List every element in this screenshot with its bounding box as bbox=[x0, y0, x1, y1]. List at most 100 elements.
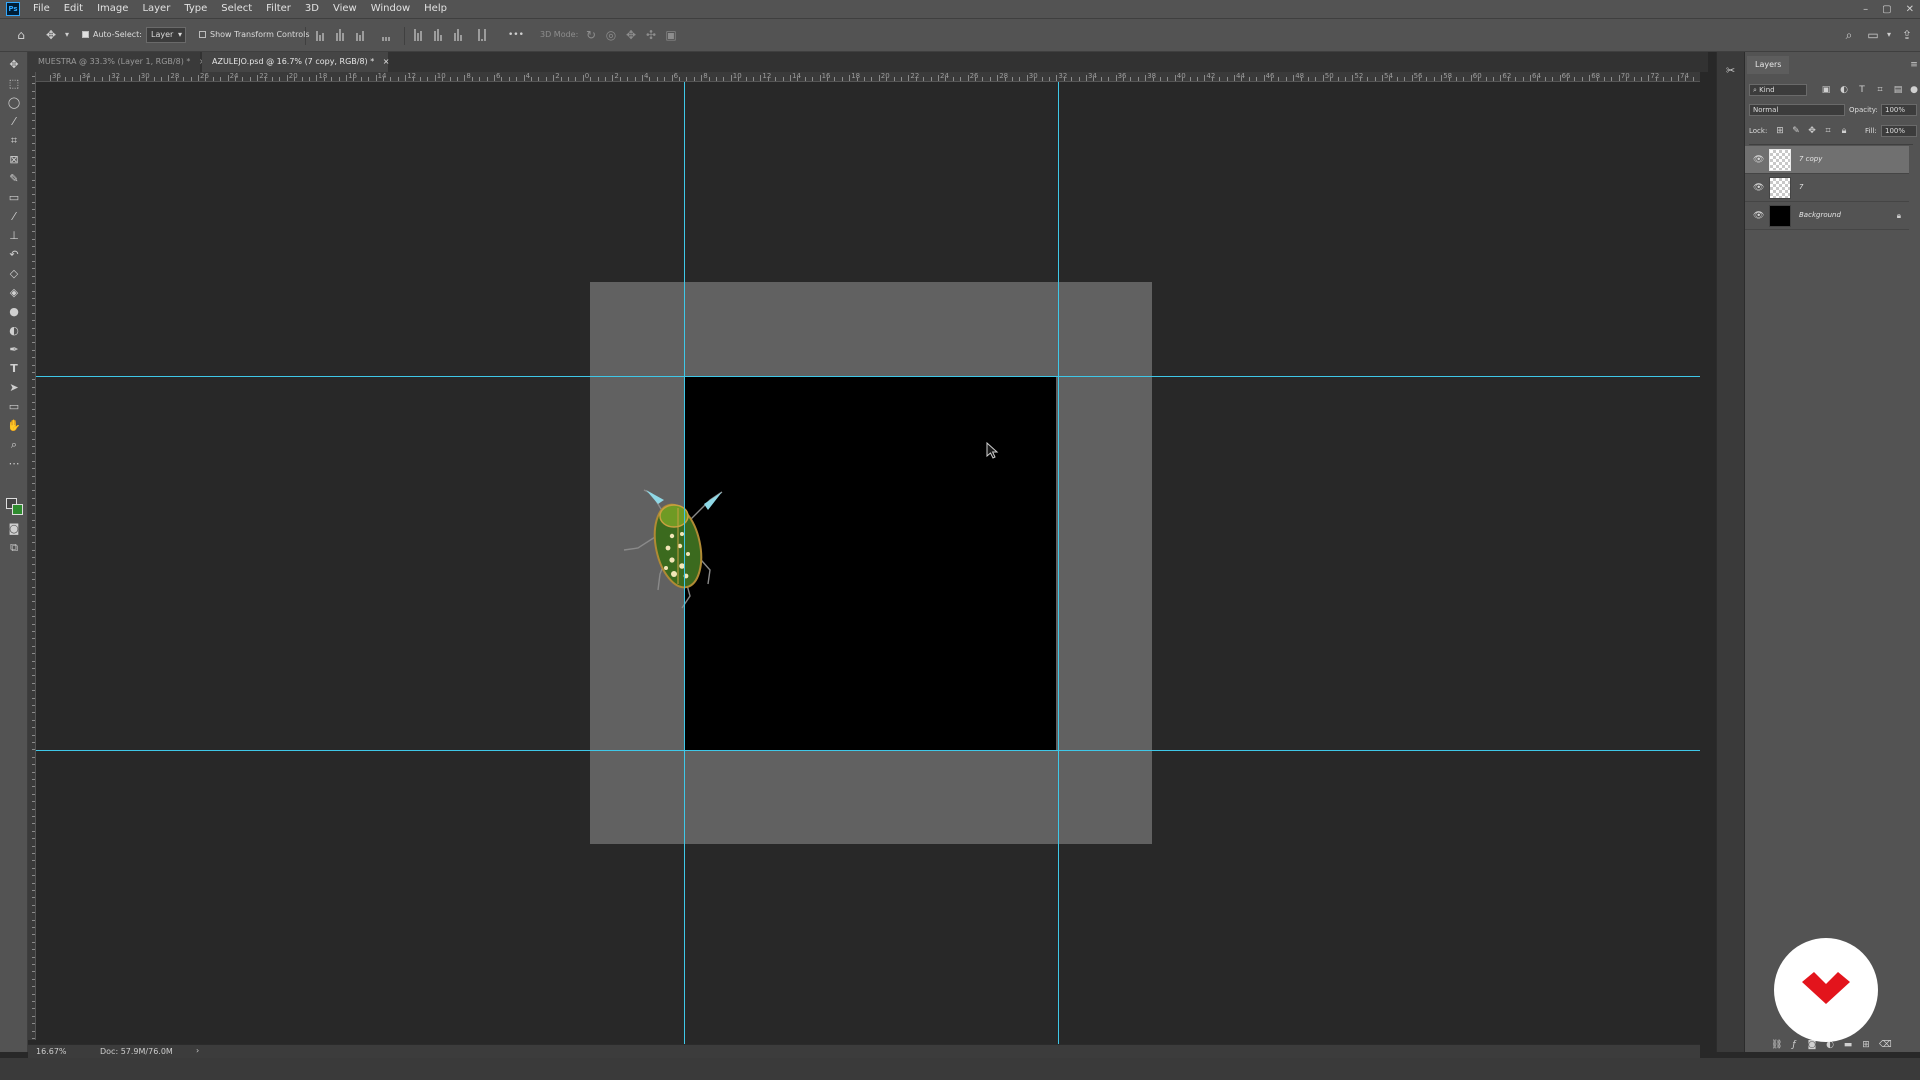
dodge-tool-icon[interactable]: ◐ bbox=[7, 324, 21, 338]
fill-input[interactable]: 100% bbox=[1881, 125, 1917, 137]
more-options-icon[interactable]: ••• bbox=[508, 28, 524, 42]
rectangle-tool-icon[interactable]: ▭ bbox=[7, 400, 21, 414]
workspace-icon[interactable]: ▭ bbox=[1866, 28, 1880, 42]
visibility-eye-icon[interactable]: 👁︎ bbox=[1753, 183, 1764, 193]
menu-edit[interactable]: Edit bbox=[57, 0, 90, 18]
distribute-vertical-icon[interactable] bbox=[478, 29, 490, 41]
more-tools-icon[interactable]: ⋯ bbox=[7, 457, 21, 471]
3d-roll-icon[interactable]: ◎ bbox=[604, 28, 618, 42]
path-selection-icon[interactable]: ➤ bbox=[7, 381, 21, 395]
3d-slide-icon[interactable]: ✣ bbox=[644, 28, 658, 42]
blur-tool-icon[interactable]: ● bbox=[7, 305, 21, 319]
lock-all-icon[interactable]: 🔒︎ bbox=[1839, 126, 1849, 136]
trash-icon[interactable]: ⌫ bbox=[1879, 1040, 1892, 1050]
eyedropper-icon[interactable]: ✎ bbox=[7, 172, 21, 186]
filter-type-icon[interactable]: T bbox=[1857, 85, 1867, 95]
lock-position-icon[interactable]: ✥ bbox=[1807, 126, 1817, 136]
minimize-button[interactable]: – bbox=[1863, 4, 1868, 15]
search-icon[interactable]: ⌕ bbox=[1842, 28, 1856, 42]
restore-button[interactable]: ▢ bbox=[1882, 4, 1891, 15]
filter-toggle-icon[interactable]: ● bbox=[1909, 85, 1919, 95]
3d-pan-icon[interactable]: ✥ bbox=[624, 28, 638, 42]
guide-horizontal-top[interactable] bbox=[36, 376, 1700, 377]
lock-image-icon[interactable]: ✎ bbox=[1791, 126, 1801, 136]
show-transform-checkbox[interactable] bbox=[199, 31, 206, 38]
chevron-down-icon[interactable]: ▾ bbox=[1882, 28, 1896, 42]
hand-tool-icon[interactable]: ✋ bbox=[7, 419, 21, 433]
type-tool-icon[interactable]: T bbox=[7, 362, 21, 376]
clone-stamp-icon[interactable]: ⊥ bbox=[7, 229, 21, 243]
menu-window[interactable]: Window bbox=[364, 0, 417, 18]
marquee-tool-icon[interactable]: ⬚ bbox=[7, 77, 21, 91]
visibility-eye-icon[interactable]: 👁︎ bbox=[1753, 155, 1764, 165]
healing-brush-icon[interactable]: ▭ bbox=[7, 191, 21, 205]
lock-transparent-icon[interactable]: ⊞ bbox=[1775, 126, 1785, 136]
horizontal-ruler[interactable]: 36 34 32 30 28 26 24 22 20 18 16 14 12 10 8 6 4 2 0 2 4 6 8 10 1… bbox=[36, 72, 1700, 82]
filter-adjustment-icon[interactable]: ◐ bbox=[1839, 85, 1849, 95]
layer-row-7[interactable]: 👁︎ 7 bbox=[1745, 174, 1909, 202]
menu-layer[interactable]: Layer bbox=[135, 0, 177, 18]
lasso-tool-icon[interactable]: ◯ bbox=[7, 96, 21, 110]
align-bottom-icon[interactable] bbox=[454, 29, 466, 41]
align-middle-icon[interactable] bbox=[434, 29, 446, 41]
align-center-icon[interactable] bbox=[336, 29, 348, 41]
brush-tool-icon[interactable]: ⁄ bbox=[7, 210, 21, 224]
chevron-down-icon[interactable]: ▾ bbox=[60, 28, 74, 42]
layer-row-background[interactable]: 👁︎ Background 🔒︎ bbox=[1745, 202, 1909, 230]
properties-icon[interactable]: ✂ bbox=[1726, 64, 1735, 77]
menu-image[interactable]: Image bbox=[90, 0, 135, 18]
tab-muestra[interactable]: MUESTRA @ 33.3% (Layer 1, RGB/8) * × bbox=[28, 52, 206, 72]
menu-file[interactable]: File bbox=[26, 0, 57, 18]
document-canvas[interactable] bbox=[36, 82, 1700, 1048]
blend-mode-dropdown[interactable]: Normal bbox=[1749, 104, 1845, 116]
layer-row-7-copy[interactable]: 👁︎ 7 copy bbox=[1745, 146, 1909, 174]
move-tool-icon[interactable]: ✥ bbox=[44, 28, 58, 42]
guide-horizontal-bottom[interactable] bbox=[36, 750, 1700, 751]
guide-vertical-left[interactable] bbox=[684, 82, 685, 1048]
magic-wand-icon[interactable]: ⁄ bbox=[7, 115, 21, 129]
screen-mode-icon[interactable]: ⧉ bbox=[7, 541, 21, 555]
3d-camera-icon[interactable]: ▣ bbox=[664, 28, 678, 42]
close-window-button[interactable]: ✕ bbox=[1906, 4, 1914, 15]
vertical-ruler[interactable] bbox=[28, 72, 36, 1040]
menu-filter[interactable]: Filter bbox=[259, 0, 298, 18]
tab-azulejo[interactable]: AZULEJO.psd @ 16.7% (7 copy, RGB/8) * × bbox=[202, 52, 390, 72]
quick-mask-icon[interactable]: ◙ bbox=[7, 522, 21, 536]
crop-tool-icon[interactable]: ⌗ bbox=[7, 134, 21, 148]
auto-select-dropdown[interactable]: Layer ▾ bbox=[146, 27, 186, 43]
filter-shape-icon[interactable]: ⌗ bbox=[1875, 85, 1885, 95]
opacity-input[interactable]: 100% bbox=[1881, 104, 1917, 116]
menu-3d[interactable]: 3D bbox=[298, 0, 326, 18]
align-top-icon[interactable] bbox=[414, 29, 426, 41]
zoom-level[interactable]: 16.67% bbox=[36, 1047, 67, 1056]
filter-smart-object-icon[interactable]: ▤ bbox=[1893, 85, 1903, 95]
guide-vertical-right[interactable] bbox=[1058, 82, 1059, 1048]
close-icon[interactable]: × bbox=[383, 57, 390, 66]
zoom-tool-icon[interactable]: ⌕ bbox=[7, 438, 21, 452]
share-icon[interactable]: ⇪ bbox=[1900, 28, 1914, 42]
background-color-swatch[interactable] bbox=[12, 504, 23, 515]
frame-tool-icon[interactable]: ⊠ bbox=[7, 153, 21, 167]
status-menu-arrow[interactable]: › bbox=[196, 1046, 199, 1055]
home-icon[interactable]: ⌂ bbox=[14, 28, 28, 42]
menu-type[interactable]: Type bbox=[177, 0, 214, 18]
move-tool-icon[interactable]: ✥ bbox=[7, 58, 21, 72]
filter-pixel-icon[interactable]: ▣ bbox=[1821, 85, 1831, 95]
pen-tool-icon[interactable]: ✒ bbox=[7, 343, 21, 357]
panel-menu-icon[interactable]: ≡ bbox=[1909, 60, 1919, 70]
paint-bucket-icon[interactable]: ◈ bbox=[7, 286, 21, 300]
align-left-icon[interactable] bbox=[316, 29, 328, 41]
lock-artboard-icon[interactable]: ⌗ bbox=[1823, 126, 1833, 136]
menu-select[interactable]: Select bbox=[214, 0, 259, 18]
photoshop-logo-icon[interactable]: Ps bbox=[6, 2, 20, 16]
history-brush-icon[interactable]: ↶ bbox=[7, 248, 21, 262]
visibility-eye-icon[interactable]: 👁︎ bbox=[1753, 211, 1764, 221]
auto-select-checkbox[interactable] bbox=[82, 31, 89, 38]
layers-panel-tab[interactable]: Layers bbox=[1747, 56, 1790, 74]
menu-view[interactable]: View bbox=[326, 0, 364, 18]
align-right-icon[interactable] bbox=[356, 29, 368, 41]
eraser-icon[interactable]: ◇ bbox=[7, 267, 21, 281]
menu-help[interactable]: Help bbox=[417, 0, 454, 18]
layer-filter-dropdown[interactable]: ⌕ Kind bbox=[1749, 84, 1807, 96]
distribute-icon[interactable] bbox=[382, 29, 394, 41]
